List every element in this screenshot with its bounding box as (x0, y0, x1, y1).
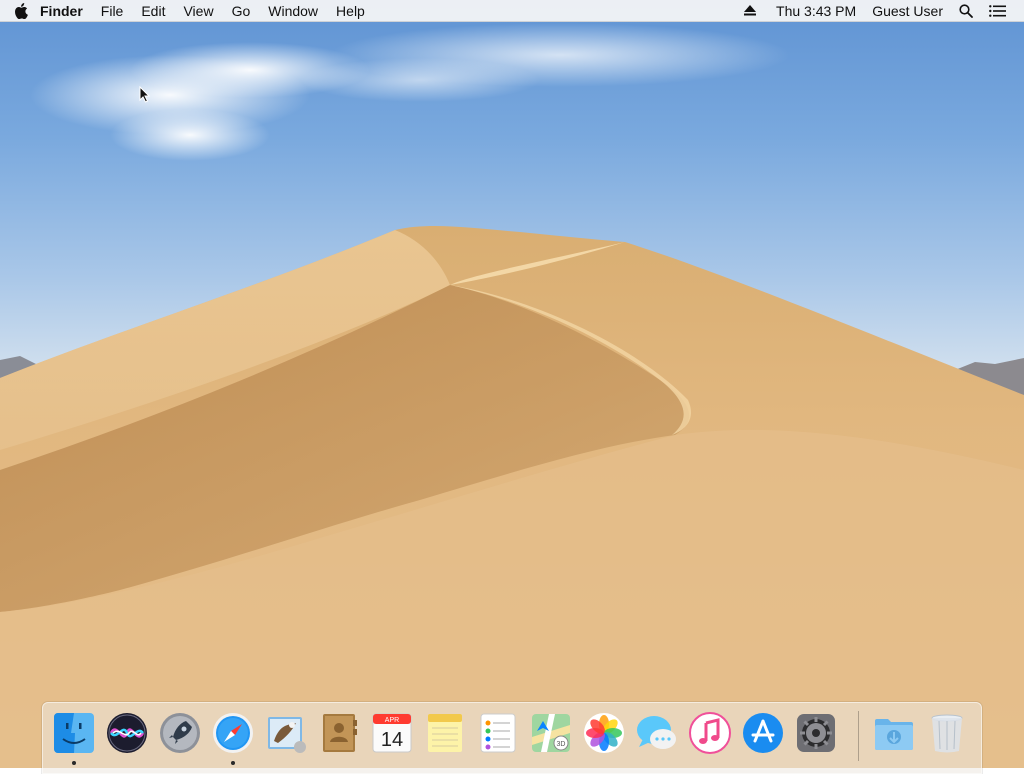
apple-icon[interactable] (14, 2, 40, 19)
menu-view[interactable]: View (174, 0, 222, 22)
spotlight-search-icon[interactable] (951, 3, 981, 18)
menu-file[interactable]: File (92, 0, 133, 22)
siri-icon[interactable] (105, 711, 149, 755)
safari-icon[interactable] (211, 711, 255, 755)
dock: APR 14 3D (42, 702, 982, 774)
menu-go[interactable]: Go (223, 0, 260, 22)
desktop-wallpaper (0, 0, 1024, 768)
dock-separator (858, 711, 859, 761)
calendar-icon[interactable]: APR 14 (370, 711, 414, 755)
system-preferences-icon[interactable] (794, 711, 838, 755)
messages-icon[interactable] (635, 711, 679, 755)
finder-icon[interactable] (52, 711, 96, 755)
menu-clock[interactable]: Thu 3:43 PM (764, 0, 864, 22)
app-menu-finder[interactable]: Finder (40, 0, 92, 22)
contacts-icon[interactable] (317, 711, 361, 755)
app-store-icon[interactable] (741, 711, 785, 755)
running-indicator (231, 761, 235, 765)
trash-icon[interactable] (925, 711, 969, 755)
mouse-cursor (139, 85, 151, 108)
reminders-icon[interactable] (476, 711, 520, 755)
menu-window[interactable]: Window (259, 0, 327, 22)
svg-text:3D: 3D (557, 741, 566, 748)
itunes-icon[interactable] (688, 711, 732, 755)
photos-icon[interactable] (582, 711, 626, 755)
notification-center-icon[interactable] (981, 4, 1014, 17)
calendar-day: 14 (381, 729, 403, 751)
downloads-folder-icon[interactable] (872, 711, 916, 755)
maps-icon[interactable]: 3D (529, 711, 573, 755)
notes-icon[interactable] (423, 711, 467, 755)
menu-edit[interactable]: Edit (132, 0, 174, 22)
mail-icon[interactable] (264, 711, 308, 755)
launchpad-icon[interactable] (158, 711, 202, 755)
menu-bar: Finder File Edit View Go Window Help Thu… (0, 0, 1024, 22)
calendar-month: APR (385, 717, 399, 724)
eject-icon[interactable] (736, 5, 764, 16)
user-menu[interactable]: Guest User (864, 0, 951, 22)
menu-help[interactable]: Help (327, 0, 374, 22)
running-indicator (72, 761, 76, 765)
